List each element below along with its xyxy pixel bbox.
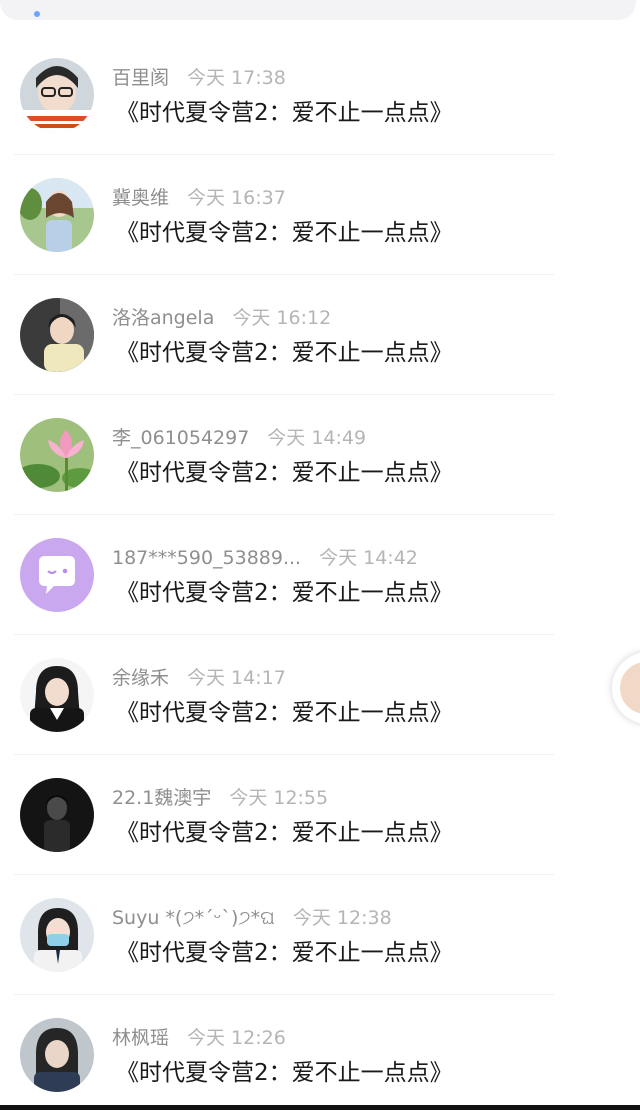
- divider: [14, 874, 554, 875]
- comment-text: 《时代夏令营2：爱不止一点点》: [116, 700, 453, 726]
- divider: [14, 274, 554, 275]
- username[interactable]: Suyu *(੭*ˊᵕˋ)੭*ଘ: [112, 907, 275, 929]
- user-avatar-photo-icon: [20, 778, 94, 852]
- comment-text: 《时代夏令营2：爱不止一点点》: [116, 100, 453, 126]
- user-avatar-photo-icon: [20, 1018, 94, 1092]
- comment-meta: Suyu *(੭*ˊᵕˋ)੭*ଘ 今天 12:38: [112, 906, 392, 930]
- divider: [14, 394, 554, 395]
- timestamp: 今天 12:55: [229, 787, 329, 809]
- timestamp: 今天 14:42: [319, 547, 418, 569]
- avatar[interactable]: [20, 538, 94, 612]
- list-item[interactable]: 洛洛angela 今天 16:12 《时代夏令营2：爱不止一点点》: [0, 276, 640, 395]
- username[interactable]: 李_061054297: [112, 427, 249, 449]
- divider: [14, 754, 554, 755]
- list-item[interactable]: 百里阂 今天 17:38 《时代夏令营2：爱不止一点点》: [0, 36, 640, 155]
- avatar[interactable]: [20, 58, 94, 132]
- comment-text: 《时代夏令营2：爱不止一点点》: [116, 1060, 453, 1086]
- timestamp: 今天 12:38: [292, 907, 392, 929]
- divider: [14, 634, 554, 635]
- user-avatar-photo-icon: [20, 658, 94, 732]
- comment-text: 《时代夏令营2：爱不止一点点》: [116, 580, 453, 606]
- comment-text: 《时代夏令营2：爱不止一点点》: [116, 940, 453, 966]
- timestamp: 今天 16:37: [187, 187, 286, 209]
- username[interactable]: 百里阂: [112, 67, 169, 89]
- list-item[interactable]: 22.1魏澳宇 今天 12:55 《时代夏令营2：爱不止一点点》: [0, 756, 640, 875]
- lotus-icon: [20, 418, 94, 492]
- comment-text: 《时代夏令营2：爱不止一点点》: [116, 220, 453, 246]
- avatar[interactable]: [20, 178, 94, 252]
- username[interactable]: 22.1魏澳宇: [112, 787, 211, 809]
- avatar[interactable]: [20, 1018, 94, 1092]
- username[interactable]: 洛洛angela: [112, 307, 214, 329]
- avatar[interactable]: [20, 298, 94, 372]
- user-avatar-photo-icon: [20, 58, 94, 132]
- comment-text: 《时代夏令营2：爱不止一点点》: [116, 340, 453, 366]
- list-item[interactable]: 林枫瑶 今天 12:26 《时代夏令营2：爱不止一点点》: [0, 996, 640, 1110]
- divider: [14, 154, 554, 155]
- comment-meta: 李_061054297 今天 14:49: [112, 426, 366, 450]
- comment-meta: 22.1魏澳宇 今天 12:55: [112, 786, 328, 810]
- user-avatar-photo-icon: [20, 178, 94, 252]
- list-item[interactable]: 冀奥维 今天 16:37 《时代夏令营2：爱不止一点点》: [0, 156, 640, 275]
- username[interactable]: 冀奥维: [112, 187, 169, 209]
- avatar[interactable]: [20, 658, 94, 732]
- timestamp: 今天 14:17: [187, 667, 286, 689]
- divider: [14, 994, 554, 995]
- user-avatar-photo-icon: [20, 298, 94, 372]
- bottom-edge-bar: [0, 1105, 640, 1110]
- comment-meta: 洛洛angela 今天 16:12: [112, 306, 331, 330]
- chat-bubble-icon: [20, 538, 94, 612]
- comment-meta: 百里阂 今天 17:38: [112, 66, 286, 90]
- comment-text: 《时代夏令营2：爱不止一点点》: [116, 460, 453, 486]
- timestamp: 今天 12:26: [187, 1027, 286, 1049]
- comment-list: 百里阂 今天 17:38 《时代夏令营2：爱不止一点点》 冀奥维 今天 16:37 …: [0, 0, 640, 1110]
- timestamp: 今天 14:49: [267, 427, 367, 449]
- divider: [14, 514, 554, 515]
- avatar[interactable]: [20, 898, 94, 972]
- comment-text: 《时代夏令营2：爱不止一点点》: [116, 820, 453, 846]
- comment-meta: 冀奥维 今天 16:37: [112, 186, 286, 210]
- timestamp: 今天 17:38: [187, 67, 286, 89]
- comment-meta: 187***590_53889... 今天 14:42: [112, 546, 418, 570]
- username[interactable]: 余缘禾: [112, 667, 169, 689]
- list-item[interactable]: 余缘禾 今天 14:17 《时代夏令营2：爱不止一点点》: [0, 636, 640, 755]
- user-avatar-photo-icon: [20, 898, 94, 972]
- list-item[interactable]: 187***590_53889... 今天 14:42 《时代夏令营2：爱不止一点…: [0, 516, 640, 635]
- comment-meta: 余缘禾 今天 14:17: [112, 666, 286, 690]
- list-item[interactable]: Suyu *(੭*ˊᵕˋ)੭*ଘ 今天 12:38 《时代夏令营2：爱不止一点点》: [0, 876, 640, 995]
- comment-meta: 林枫瑶 今天 12:26: [112, 1026, 286, 1050]
- timestamp: 今天 16:12: [232, 307, 332, 329]
- username[interactable]: 187***590_53889...: [112, 547, 301, 569]
- comment-list-screen: 百里阂 今天 17:38 《时代夏令营2：爱不止一点点》 冀奥维 今天 16:37 …: [0, 0, 640, 1110]
- list-item[interactable]: 李_061054297 今天 14:49 《时代夏令营2：爱不止一点点》: [0, 396, 640, 515]
- avatar[interactable]: [20, 778, 94, 852]
- avatar[interactable]: [20, 418, 94, 492]
- avatar: [620, 662, 640, 714]
- username[interactable]: 林枫瑶: [112, 1027, 169, 1049]
